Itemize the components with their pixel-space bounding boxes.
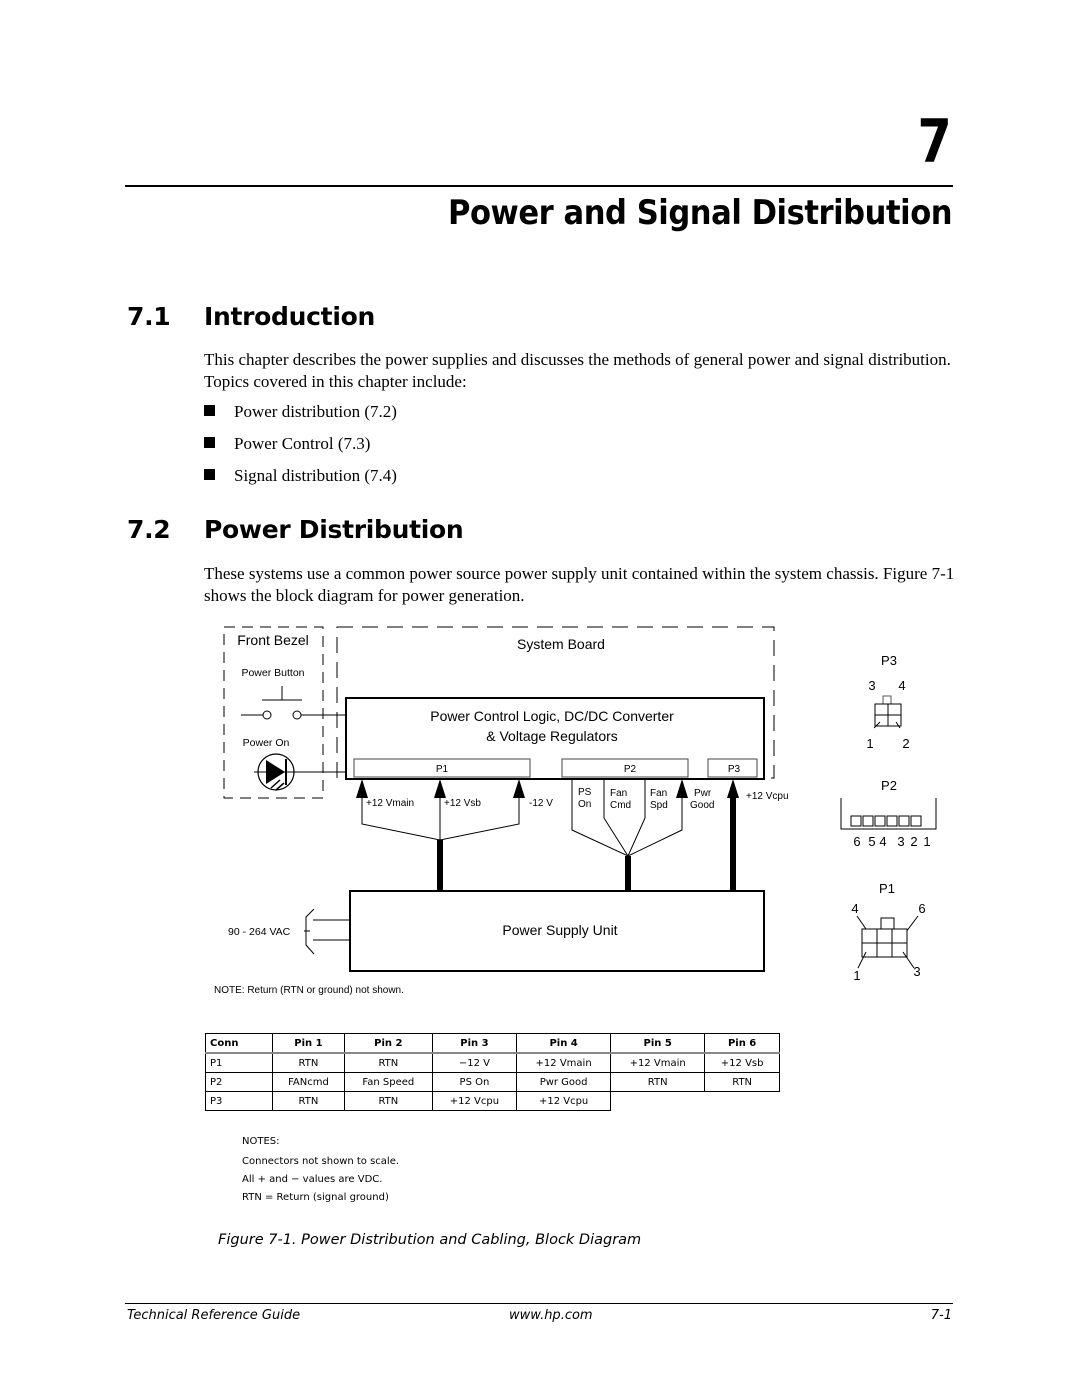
table-cell: +12 Vsb <box>704 1052 780 1073</box>
p1-pinout-label: P1 <box>879 881 895 896</box>
p3-signal-label: +12 Vcpu <box>746 791 789 802</box>
p2-signal-label: Fan <box>650 788 667 799</box>
pin-number: 3 <box>868 678 875 693</box>
arrow-up-icon <box>356 779 368 798</box>
table-cell: Fan Speed <box>343 1072 433 1092</box>
pin-assignment-table: Conn Pin 1 Pin 2 Pin 3 Pin 4 Pin 5 Pin 6… <box>205 1033 780 1111</box>
table-cell: +12 Vmain <box>610 1052 706 1073</box>
table-cell: P3 <box>205 1091 273 1111</box>
empty-cell <box>705 1092 780 1111</box>
pin-number: 4 <box>879 834 886 849</box>
pin-number: 3 <box>913 964 920 979</box>
p2-signal-label: Pwr <box>694 788 712 799</box>
pin-number: 5 <box>868 834 875 849</box>
power-on-label: Power On <box>243 737 290 749</box>
pin-number: 2 <box>910 834 917 849</box>
p3-pinout-label: P3 <box>881 653 897 668</box>
notes-heading: NOTES: <box>242 1136 280 1147</box>
p2-signal-label: Fan <box>610 788 627 799</box>
power-button-switch-icon <box>241 686 350 720</box>
pin-number: 4 <box>898 678 905 693</box>
pin-number: 2 <box>902 736 909 751</box>
p1-connector-label: P1 <box>436 764 449 775</box>
p2-signal-label: Good <box>690 800 714 811</box>
p2-signal-label: PS <box>578 787 592 798</box>
footer-guide-title: Technical Reference Guide <box>127 1308 301 1323</box>
figure-caption: Figure 7-1. Power Distribution and Cabli… <box>218 1232 642 1248</box>
pin-number: 6 <box>853 834 860 849</box>
p2-signal-label: Spd <box>650 800 668 811</box>
footer-website: www.hp.com <box>509 1308 593 1323</box>
footer-page-number: 7-1 <box>930 1308 952 1323</box>
system-board-label: System Board <box>517 636 605 652</box>
ac-input-label: 90 - 264 VAC <box>228 926 291 938</box>
note-line: Connectors not shown to scale. <box>242 1156 400 1167</box>
arrow-up-icon <box>513 779 525 798</box>
table-header-row: Conn Pin 1 Pin 2 Pin 3 Pin 4 Pin 5 Pin 6 <box>205 1033 780 1054</box>
arrow-up-icon <box>727 779 739 798</box>
column-header: Pin 6 <box>704 1033 780 1054</box>
table-row: P3 RTN RTN +12 Vcpu +12 Vcpu <box>205 1091 780 1111</box>
table-row: P1 RTN RTN −12 V +12 Vmain +12 Vmain +12… <box>205 1052 780 1073</box>
control-logic-label-line1: Power Control Logic, DC/DC Converter <box>430 708 674 724</box>
table-cell: RTN <box>610 1072 706 1092</box>
column-header: Conn <box>205 1033 273 1054</box>
pin-number: 1 <box>866 736 873 751</box>
column-header: Pin 5 <box>610 1033 706 1054</box>
front-bezel-label: Front Bezel <box>237 632 309 648</box>
table-cell: Pwr Good <box>516 1072 612 1092</box>
empty-cell <box>611 1092 705 1111</box>
note-line: RTN = Return (signal ground) <box>242 1192 389 1203</box>
table-cell: RTN <box>343 1091 433 1111</box>
column-header: Pin 1 <box>272 1033 345 1054</box>
power-on-led-icon <box>254 753 350 791</box>
footer-divider <box>125 1303 953 1304</box>
table-cell: −12 V <box>431 1052 518 1073</box>
control-logic-label-line2: & Voltage Regulators <box>486 728 618 744</box>
table-cell: RTN <box>272 1091 345 1111</box>
arrow-up-icon <box>676 779 688 798</box>
block-diagram: Front Bezel Power Button Power On System… <box>214 626 937 996</box>
p1-signal-label: +12 Vsb <box>444 798 481 809</box>
table-cell: +12 Vcpu <box>431 1091 518 1111</box>
column-header: Pin 2 <box>343 1033 433 1054</box>
ac-input-bracket-icon <box>304 908 350 955</box>
note-line: All + and − values are VDC. <box>242 1174 383 1185</box>
table-cell: P2 <box>205 1072 273 1092</box>
p2-pinout: P2 6 5 4 3 2 1 <box>840 778 937 849</box>
power-button-label: Power Button <box>241 667 304 679</box>
p3-pinout: P3 3 4 1 2 <box>866 653 909 751</box>
pin-number: 3 <box>897 834 904 849</box>
pin-number: 1 <box>923 834 930 849</box>
p2-connector-label: P2 <box>624 764 637 775</box>
figure-notes: NOTES: Connectors not shown to scale. Al… <box>242 1133 399 1207</box>
arrow-up-icon <box>434 779 446 798</box>
table-cell: +12 Vmain <box>516 1052 612 1073</box>
table-cell: P1 <box>205 1052 273 1073</box>
column-header: Pin 4 <box>516 1033 612 1054</box>
p2-signal-label: On <box>578 799 591 810</box>
table-cell: PS On <box>431 1072 518 1092</box>
p3-connector-label: P3 <box>728 764 741 775</box>
diagram-note: NOTE: Return (RTN or ground) not shown. <box>214 985 404 996</box>
p2-pinout-label: P2 <box>881 778 897 793</box>
table-cell: RTN <box>343 1052 433 1073</box>
table-cell: +12 Vcpu <box>516 1091 612 1111</box>
table-cell: RTN <box>272 1052 345 1073</box>
column-header: Pin 3 <box>431 1033 518 1054</box>
psu-label: Power Supply Unit <box>502 922 617 938</box>
p2-signal-label: Cmd <box>610 800 631 811</box>
pin-number: 6 <box>918 901 925 916</box>
table-cell: FANcmd <box>272 1072 345 1092</box>
pin-number: 4 <box>851 901 858 916</box>
p1-signal-label: +12 Vmain <box>366 798 414 809</box>
p1-signal-label: -12 V <box>529 798 553 809</box>
p1-pinout: P1 4 6 1 3 <box>851 881 925 983</box>
table-cell: RTN <box>704 1072 780 1092</box>
table-row: P2 FANcmd Fan Speed PS On Pwr Good RTN R… <box>205 1072 780 1092</box>
pin-number: 1 <box>853 968 860 983</box>
